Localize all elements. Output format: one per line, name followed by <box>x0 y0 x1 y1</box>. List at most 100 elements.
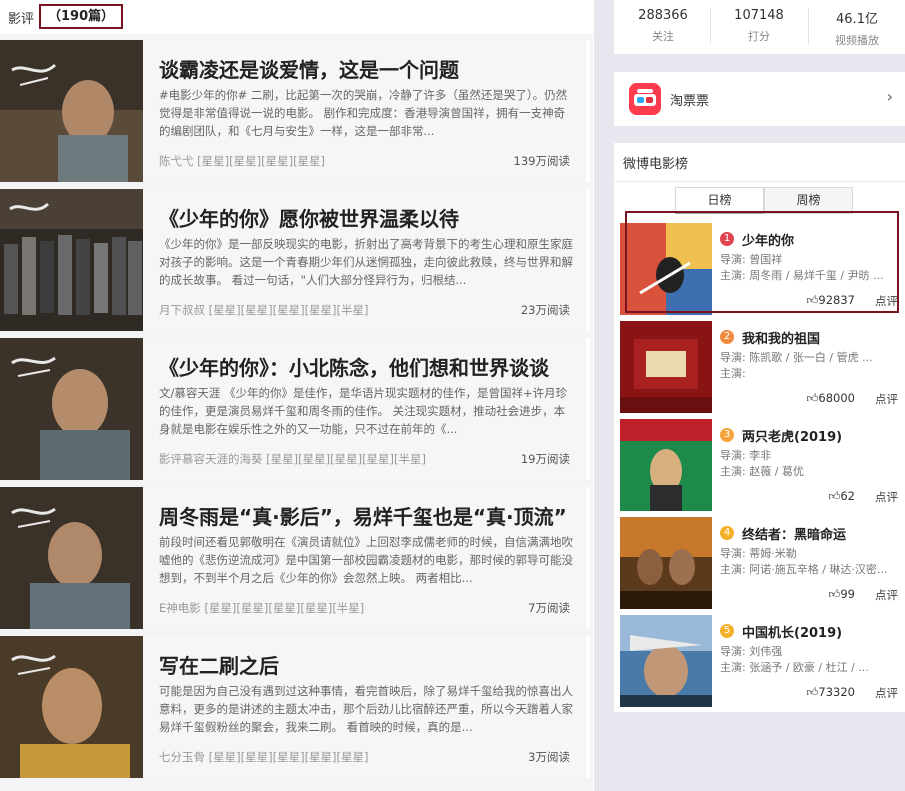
review-excerpt: 文/慕容天涯 《少年的你》是佳作，是华语片现实题材的佳作，是曾国祥+许月珍的佳作… <box>159 386 568 436</box>
comment-button[interactable]: 点评 <box>875 685 898 701</box>
review-card[interactable]: 《少年的你》愿你被世界温柔以待 《少年的你》是一部反映现实的电影，折射出了高考背… <box>0 189 590 331</box>
review-content: 周冬雨是“真·影后”，易烊千玺也是“真·顶流” 前段时间还看见郭敬明在《演员请就… <box>143 487 586 629</box>
review-thumbnail[interactable] <box>0 487 143 629</box>
like-value: 99 <box>840 587 855 601</box>
review-thumbnail[interactable] <box>0 636 143 778</box>
review-read-count: 3万阅读 <box>528 750 570 764</box>
movie-director: 导演: 陈凯歌 / 张一白 / 管虎 ... <box>720 351 873 364</box>
movie-title[interactable]: 两只老虎(2019) <box>742 426 842 445</box>
reviews-header: 影评 （190篇） <box>0 0 593 34</box>
review-excerpt: 《少年的你》是一部反映现实的电影，折射出了高考背景下的考生心理和原生家庭对孩子的… <box>159 237 573 287</box>
movie-director: 导演: 蒂姆·米勒 <box>720 547 797 560</box>
review-content: 谈霸凌还是谈爱情，这是一个问题 #电影少年的你# 二刷，比起第一次的哭崩，冷静了… <box>143 40 586 182</box>
review-thumbnail[interactable] <box>0 189 143 331</box>
like-count[interactable]: 👍︎62 <box>828 489 855 504</box>
review-author[interactable]: 月下叔叔 [星星][星星][星星][星星][半星] <box>159 302 369 318</box>
movie-cast: 主演: 张涵予 / 欧豪 / 杜江 / ... <box>720 661 869 674</box>
movie-poster[interactable] <box>620 223 712 315</box>
review-content: 《少年的你》愿你被世界温柔以待 《少年的你》是一部反映现实的电影，折射出了高考背… <box>143 189 586 331</box>
review-title[interactable]: 《少年的你》：小北陈念，他们想和世界谈谈 <box>159 352 579 381</box>
review-author[interactable]: 影评慕容天涯的海葵 [星星][星星][星星][星星][半星] <box>159 451 426 467</box>
movie-poster[interactable] <box>620 321 712 413</box>
movie-title[interactable]: 终结者：黑暗命运 <box>742 524 846 543</box>
weibo-movie-ranking: 微博电影榜 日榜 周榜 1 少年的你 导演: 曾国祥 主演: 周冬雨 / 易烊千… <box>614 143 905 712</box>
ranking-item[interactable]: 2 我和我的祖国 导演: 陈凯歌 / 张一白 / 管虎 ... 主演: 👍︎68… <box>614 321 905 413</box>
movie-director: 导演: 曾国祥 <box>720 253 783 266</box>
review-title[interactable]: 周冬雨是“真·影后”，易烊千玺也是“真·顶流” <box>159 501 579 530</box>
review-author[interactable]: E神电影 [星星][星星][星星][星星][半星] <box>159 600 364 616</box>
reviews-title: 影评 <box>8 12 35 27</box>
rank-badge: 2 <box>720 330 734 344</box>
review-title[interactable]: 写在二刷之后 <box>159 650 579 679</box>
ranking-item[interactable]: 3 两只老虎(2019) 导演: 李非 主演: 赵薇 / 葛优 👍︎62 点评 <box>614 419 905 511</box>
reviews-panel: 影评 （190篇） 谈霸凌还是谈爱情，这是一个问题 #电影少年的你# 二刷，比起… <box>0 0 593 791</box>
tab-weekly[interactable]: 周榜 <box>764 187 853 214</box>
stat-divider <box>710 8 711 44</box>
taopiaopiao-logo-icon <box>629 83 661 115</box>
divider <box>614 181 905 182</box>
like-value: 73320 <box>818 685 855 699</box>
review-thumbnail[interactable] <box>0 40 143 182</box>
ranking-item[interactable]: 5 中国机长(2019) 导演: 刘伟强 主演: 张涵予 / 欧豪 / 杜江 /… <box>614 615 905 707</box>
reviews-count-badge: （190篇） <box>39 4 124 29</box>
review-card[interactable]: 《少年的你》：小北陈念，他们想和世界谈谈 文/慕容天涯 《少年的你》是佳作，是华… <box>0 338 590 480</box>
movie-director: 导演: 刘伟强 <box>720 645 783 658</box>
movie-title[interactable]: 少年的你 <box>742 230 794 249</box>
tab-daily[interactable]: 日榜 <box>675 187 764 214</box>
stat-label: 关注 <box>652 30 674 43</box>
taopiaopiao-link[interactable]: 淘票票 › <box>614 72 905 126</box>
rank-badge: 3 <box>720 428 734 442</box>
sidebar: 288366 关注 107148 打分 46.1亿 视频播放 淘票票 › 微博电 <box>594 0 905 791</box>
review-excerpt: 前段时间还看见郭敬明在《演员请就位》上回怼李成儒老师的时候，自信满满地吹嘘他的《… <box>159 535 573 585</box>
taopiaopiao-name: 淘票票 <box>670 94 710 109</box>
review-card[interactable]: 周冬雨是“真·影后”，易烊千玺也是“真·顶流” 前段时间还看见郭敬明在《演员请就… <box>0 487 590 629</box>
review-thumbnail[interactable] <box>0 338 143 480</box>
stat-value: 107148 <box>734 8 784 23</box>
movie-poster[interactable] <box>620 615 712 707</box>
review-excerpt: #电影少年的你# 二刷，比起第一次的哭崩，冷静了许多（虽然还是哭了）。仍然觉得是… <box>159 88 568 138</box>
review-card[interactable]: 谈霸凌还是谈爱情，这是一个问题 #电影少年的你# 二刷，比起第一次的哭崩，冷静了… <box>0 40 590 182</box>
thumbs-up-icon: 👍︎ <box>828 489 841 503</box>
like-value: 92837 <box>818 293 855 307</box>
like-count[interactable]: 👍︎73320 <box>806 685 855 700</box>
stats-card: 288366 关注 107148 打分 46.1亿 视频播放 <box>614 0 905 54</box>
movie-poster[interactable] <box>620 517 712 609</box>
rank-badge: 1 <box>720 232 734 246</box>
stat-divider <box>808 8 809 44</box>
movie-poster[interactable] <box>620 419 712 511</box>
review-content: 写在二刷之后 可能是因为自己没有遇到过这种事情，看完首映后，除了易烊千玺给我的惊… <box>143 636 586 778</box>
review-card[interactable]: 写在二刷之后 可能是因为自己没有遇到过这种事情，看完首映后，除了易烊千玺给我的惊… <box>0 636 590 778</box>
movie-title[interactable]: 我和我的祖国 <box>742 328 820 347</box>
stat-value: 46.1亿 <box>836 12 878 27</box>
comment-button[interactable]: 点评 <box>875 293 898 309</box>
chevron-right-icon: › <box>886 87 893 106</box>
movie-title[interactable]: 中国机长(2019) <box>742 622 842 641</box>
review-read-count: 139万阅读 <box>513 154 570 168</box>
movie-cast: 主演: 赵薇 / 葛优 <box>720 465 804 478</box>
stat-label: 视频播放 <box>835 34 879 47</box>
comment-button[interactable]: 点评 <box>875 391 898 407</box>
rank-badge: 5 <box>720 624 734 638</box>
like-value: 68000 <box>818 391 855 405</box>
review-title[interactable]: 谈霸凌还是谈爱情，这是一个问题 <box>159 54 579 83</box>
comment-button[interactable]: 点评 <box>875 489 898 505</box>
review-author[interactable]: 七分玉骨 [星星][星星][星星][星星][星星] <box>159 749 369 765</box>
stat-followers: 288366 关注 <box>622 8 704 44</box>
like-value: 62 <box>840 489 855 503</box>
thumbs-up-icon: 👍︎ <box>806 391 819 405</box>
stat-ratings: 107148 打分 <box>718 8 800 44</box>
review-author[interactable]: 陈弋弋 [星星][星星][星星][星星] <box>159 153 325 169</box>
review-read-count: 23万阅读 <box>520 303 570 317</box>
review-content: 《少年的你》：小北陈念，他们想和世界谈谈 文/慕容天涯 《少年的你》是佳作，是华… <box>143 338 586 480</box>
ranking-title: 微博电影榜 <box>623 157 689 172</box>
ranking-item[interactable]: 4 终结者：黑暗命运 导演: 蒂姆·米勒 主演: 阿诺·施瓦辛格 / 琳达·汉密… <box>614 517 905 609</box>
like-count[interactable]: 👍︎99 <box>828 587 855 602</box>
like-count[interactable]: 👍︎68000 <box>806 391 855 406</box>
ranking-item[interactable]: 1 少年的你 导演: 曾国祥 主演: 周冬雨 / 易烊千玺 / 尹昉 ... 👍… <box>614 223 905 315</box>
movie-director: 导演: 李非 <box>720 449 772 462</box>
review-title[interactable]: 《少年的你》愿你被世界温柔以待 <box>159 203 579 232</box>
comment-button[interactable]: 点评 <box>875 587 898 603</box>
thumbs-up-icon: 👍︎ <box>828 587 841 601</box>
like-count[interactable]: 👍︎92837 <box>806 293 855 308</box>
thumbs-up-icon: 👍︎ <box>806 685 819 699</box>
